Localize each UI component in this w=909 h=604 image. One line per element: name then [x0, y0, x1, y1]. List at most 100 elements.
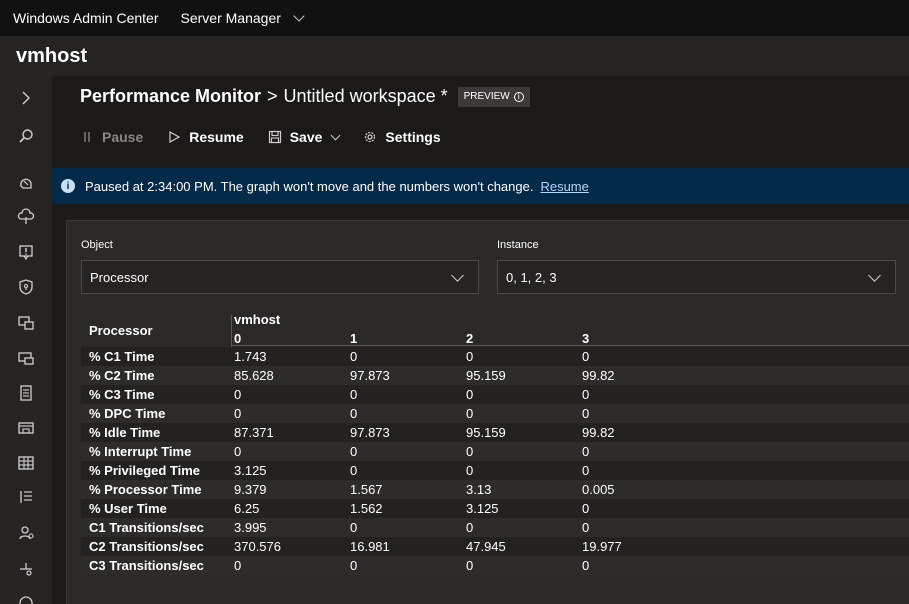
chevron-down-icon — [330, 130, 341, 140]
security-icon[interactable] — [16, 277, 36, 297]
counter-name: C3 Transitions/sec — [89, 558, 204, 573]
gear-icon — [363, 130, 377, 144]
counter-name: C1 Transitions/sec — [89, 520, 204, 535]
counter-value: 6.25 — [234, 501, 260, 516]
counter-name: % User Time — [89, 501, 167, 516]
counter-value: 0 — [466, 558, 474, 573]
table-row: C3 Transitions/sec 0 0 0 0 — [81, 556, 909, 575]
left-nav — [0, 76, 52, 604]
instance-dropdown[interactable]: 0, 1, 2, 3 — [497, 260, 896, 294]
counter-value: 0 — [582, 444, 590, 459]
play-icon — [167, 130, 181, 144]
chevron-down-icon — [451, 269, 464, 282]
table-row: C1 Transitions/sec 3.995 0 0 0 — [81, 518, 909, 537]
files-icon[interactable] — [16, 418, 36, 438]
header-underline — [231, 345, 909, 346]
chevron-down-icon — [868, 269, 881, 282]
counter-value: 0 — [466, 387, 474, 402]
alerts-icon[interactable] — [16, 242, 36, 262]
counter-value: 16.981 — [350, 539, 390, 554]
table-row: % Interrupt Time 0 0 0 0 — [81, 442, 909, 461]
preview-badge[interactable]: PREVIEW i — [457, 86, 530, 107]
counter-value: 0 — [350, 349, 358, 364]
chevron-down-icon — [293, 10, 305, 22]
resume-link[interactable]: Resume — [540, 179, 588, 194]
counter-value: 19.977 — [582, 539, 622, 554]
counter-name: % C1 Time — [89, 349, 155, 364]
counter-value: 0 — [582, 501, 590, 516]
counter-value: 0 — [350, 387, 358, 402]
table-row: % Processor Time 9.379 1.567 3.13 0.005 — [81, 480, 909, 499]
counter-name: % C3 Time — [89, 387, 155, 402]
apps-icon[interactable] — [16, 313, 36, 333]
table-header: Processor vmhost 0 1 2 3 — [81, 311, 909, 349]
object-dropdown[interactable]: Processor — [81, 260, 479, 294]
preview-badge-label: PREVIEW — [463, 91, 510, 102]
resume-button[interactable]: Resume — [167, 129, 244, 145]
users-icon[interactable] — [16, 523, 36, 543]
settings-label: Settings — [385, 129, 441, 145]
counter-value: 47.945 — [466, 539, 506, 554]
expand-icon[interactable] — [16, 88, 36, 108]
counter-value: 0 — [350, 558, 358, 573]
overview-icon[interactable] — [16, 173, 36, 193]
counter-value: 0 — [350, 463, 358, 478]
table-row: % Privileged Time 3.125 0 0 0 — [81, 461, 909, 480]
counter-value: 0 — [234, 444, 242, 459]
search-icon[interactable] — [16, 126, 36, 146]
header-divider — [231, 315, 232, 349]
counter-value: 3.125 — [466, 501, 499, 516]
info-bar: i Paused at 2:34:00 PM. The graph won't … — [52, 168, 909, 204]
object-label: Object — [81, 239, 113, 251]
counter-value: 3.995 — [234, 520, 267, 535]
tool-switcher-label: Server Manager — [180, 10, 281, 26]
save-label: Save — [289, 129, 323, 145]
table-row: % C2 Time 85.628 97.873 95.159 99.82 — [81, 366, 909, 385]
counter-value: 9.379 — [234, 482, 267, 497]
counter-value: 1.562 — [350, 501, 383, 516]
instance-column-header: 0 — [234, 331, 242, 346]
counter-value: 0.005 — [582, 482, 615, 497]
app-name[interactable]: Windows Admin Center — [13, 10, 159, 26]
toolbar: Pause Resume Save Settings — [80, 126, 465, 148]
cloud-icon[interactable] — [16, 207, 36, 227]
counter-value: 95.159 — [466, 425, 506, 440]
events-icon[interactable] — [16, 383, 36, 403]
performance-icon[interactable] — [16, 590, 36, 604]
counter-name: C2 Transitions/sec — [89, 539, 204, 554]
settings-button[interactable]: Settings — [363, 129, 441, 145]
counter-name: % Processor Time — [89, 482, 202, 497]
counter-value: 0 — [466, 349, 474, 364]
page-title[interactable]: Performance Monitor — [80, 86, 261, 107]
table-row: C2 Transitions/sec 370.576 16.981 47.945 19.… — [81, 537, 909, 556]
counter-value: 0 — [582, 520, 590, 535]
pause-icon — [80, 130, 94, 144]
counter-value: 0 — [582, 463, 590, 478]
table-body: % C1 Time 1.743 0 0 0 % C2 Time 85.628 97.873 95… — [81, 347, 909, 575]
list-icon[interactable] — [16, 487, 36, 507]
pause-button[interactable]: Pause — [80, 129, 143, 145]
save-icon — [268, 130, 282, 144]
instance-column-header: 2 — [466, 331, 474, 346]
save-button[interactable]: Save — [268, 129, 341, 145]
counter-value: 87.371 — [234, 425, 274, 440]
network-icon[interactable] — [16, 453, 36, 473]
counter-value: 95.159 — [466, 368, 506, 383]
counter-value: 0 — [234, 406, 242, 421]
counter-value: 3.125 — [234, 463, 267, 478]
counter-value: 370.576 — [234, 539, 281, 554]
info-icon: i — [513, 91, 524, 102]
devices-icon[interactable] — [16, 348, 36, 368]
instance-column-header: 3 — [582, 331, 590, 346]
top-bar: Windows Admin Center Server Manager — [0, 0, 909, 36]
counter-value: 0 — [466, 406, 474, 421]
host-bar: vmhost — [0, 36, 909, 76]
tool-switcher[interactable]: Server Manager — [180, 10, 305, 26]
counter-value: 0 — [466, 444, 474, 459]
table-row: % User Time 6.25 1.562 3.125 0 — [81, 499, 909, 518]
counter-value: 97.873 — [350, 425, 390, 440]
settings-icon[interactable] — [16, 558, 36, 578]
counter-value: 0 — [350, 444, 358, 459]
counter-value: 0 — [582, 558, 590, 573]
table-row: % C3 Time 0 0 0 0 — [81, 385, 909, 404]
